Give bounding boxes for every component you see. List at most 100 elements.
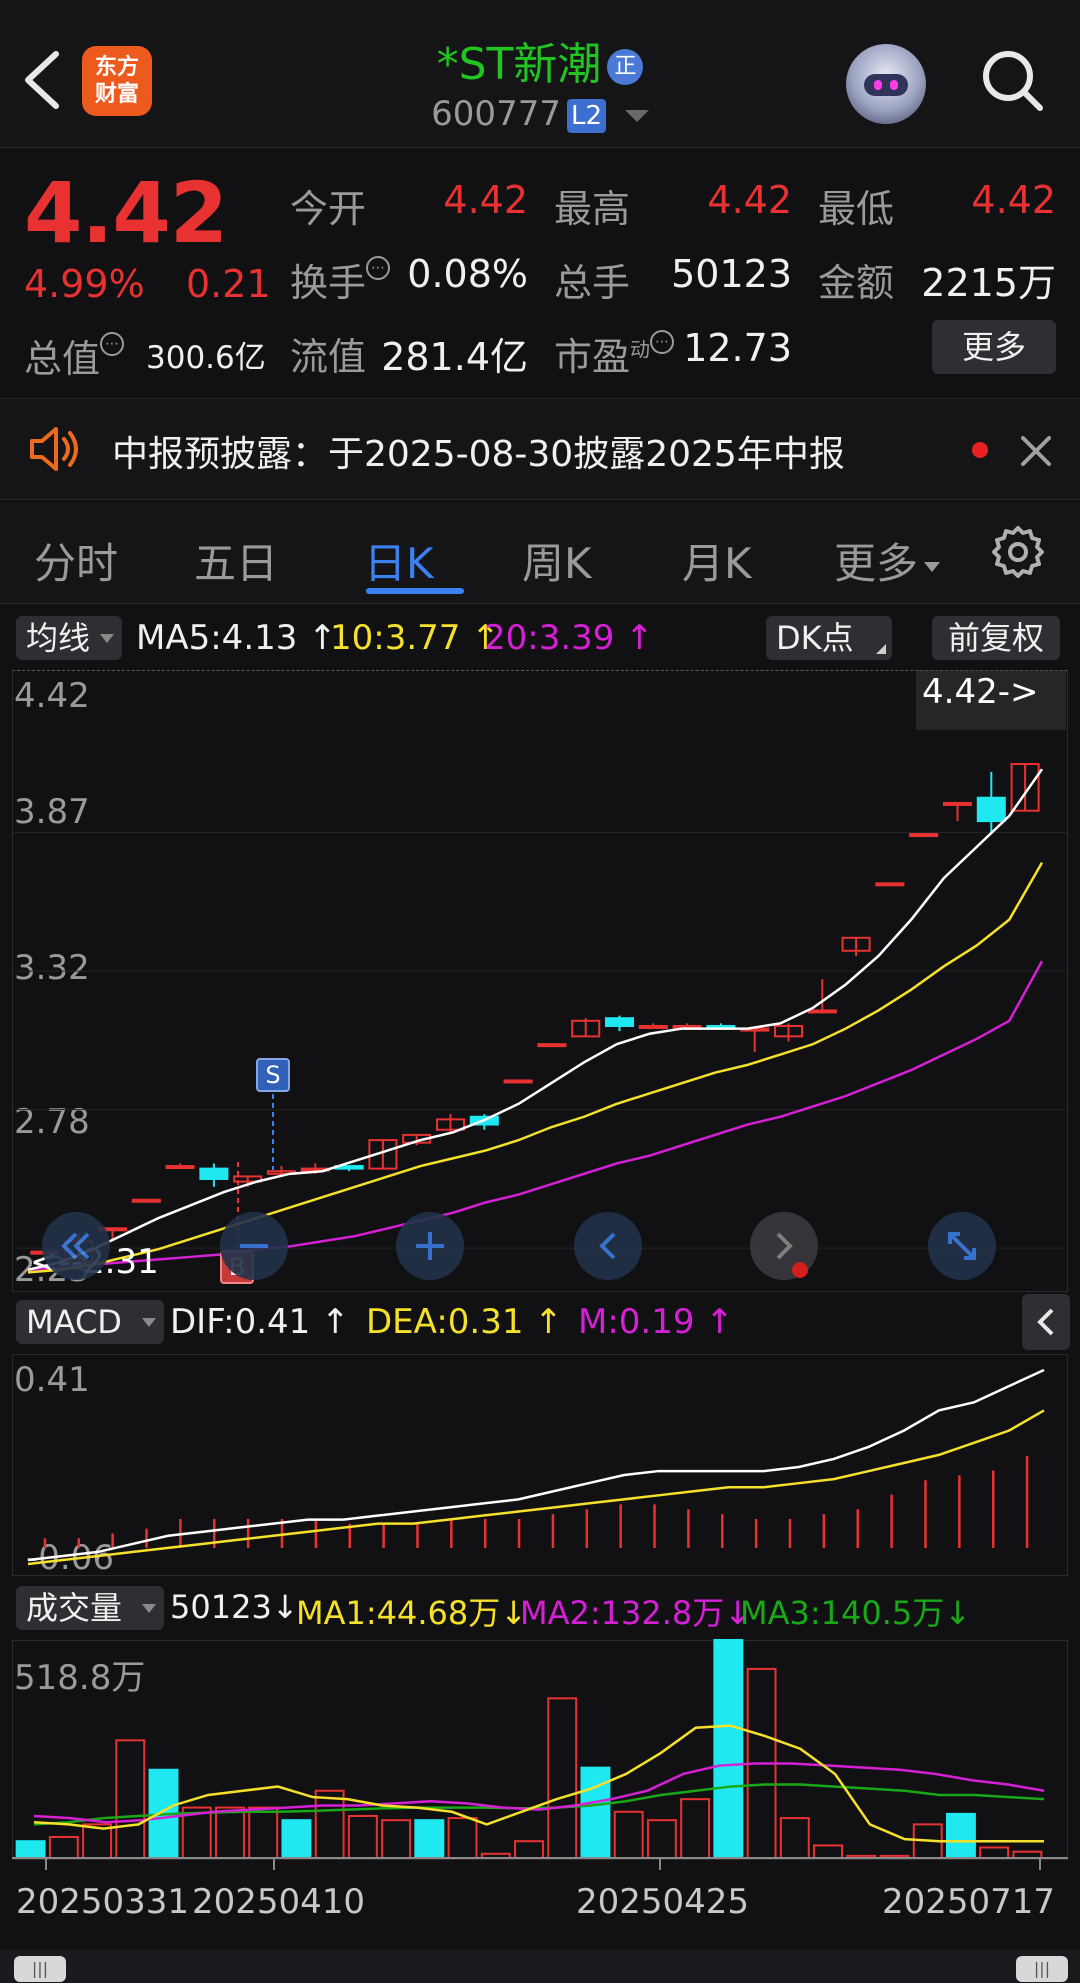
vol-ma3-arrow: ↓ <box>944 1594 972 1632</box>
pe-label-text: 市盈 <box>554 335 631 379</box>
robot-assistant-avatar[interactable] <box>846 44 926 124</box>
m-arrow: ↑ <box>705 1302 734 1342</box>
scrollbar-left-handle[interactable]: ||| <box>14 1956 66 1982</box>
amount-value: 2215万 <box>921 261 1056 305</box>
y-tick-label: 3.32 <box>14 948 90 988</box>
timeline-scrollbar[interactable] <box>0 1950 1080 1983</box>
vol-ma1-indicator: MA1:44.68万↓ <box>296 1588 527 1634</box>
corner-triangle-icon <box>876 644 886 654</box>
collapse-panel-button[interactable] <box>1022 1294 1070 1350</box>
float-cap-label: 流值 <box>290 335 367 379</box>
x-tick-label: 20250331 <box>16 1882 190 1922</box>
ma20-value: 20:3.39 <box>484 618 615 658</box>
adjust-mode-button[interactable]: 前复权 <box>932 616 1060 660</box>
tab-more-label: 更多 <box>834 539 919 588</box>
tab-more[interactable]: 更多 <box>834 530 941 591</box>
macd-panel[interactable] <box>12 1354 1068 1576</box>
open-value: 4.42 <box>443 178 528 222</box>
ma5-value: MA5:4.13 <box>136 618 298 658</box>
stock-name: *ST新潮 <box>436 39 602 90</box>
market-cap-value: 300.6亿 <box>146 340 266 376</box>
close-icon[interactable] <box>1020 435 1052 467</box>
ma-dropdown-label: 均线 <box>26 619 91 657</box>
change-amount: 0.21 <box>186 262 271 306</box>
turnover-value: 0.08% <box>407 252 528 296</box>
fullscreen-control[interactable] <box>928 1212 996 1280</box>
ma5-indicator: MA5:4.13 ↑ <box>136 618 337 658</box>
vol-ma2-indicator: MA2:132.8万↓ <box>520 1588 751 1634</box>
step-right-control[interactable] <box>750 1212 818 1280</box>
pe-label[interactable]: 市盈动 ⋯ <box>554 326 675 381</box>
info-circle-icon[interactable]: ⋯ <box>650 330 675 354</box>
ma20-arrow: ↑ <box>625 618 654 658</box>
notice-text: 中报预披露：于2025-08-30披露2025年中报 <box>112 434 845 475</box>
market-cap-label[interactable]: 总值 ⋯ <box>24 328 125 383</box>
step-left-control[interactable] <box>574 1212 642 1280</box>
vol-ma3-indicator: MA3:140.5万↓ <box>740 1588 971 1634</box>
kline-panel[interactable] <box>12 670 1068 1292</box>
notice-bar[interactable]: 中报预披露：于2025-08-30披露2025年中报 <box>0 398 1080 500</box>
sell-signal-marker[interactable]: S <box>256 1058 290 1092</box>
turnover-label-text: 换手 <box>290 261 367 305</box>
zoom-in-control[interactable] <box>396 1212 464 1280</box>
y-tick-label: 4.42 <box>14 676 90 716</box>
search-icon[interactable] <box>980 48 1046 114</box>
caret-down-icon <box>924 561 941 572</box>
high-value: 4.42 <box>707 178 792 222</box>
chevron-right-icon <box>776 1232 808 1278</box>
volume-panel[interactable] <box>12 1640 1068 1860</box>
m-indicator: M:0.19 ↑ <box>578 1302 734 1342</box>
info-circle-icon[interactable]: ⋯ <box>366 256 391 280</box>
last-price-marker: 4.42-> <box>916 670 1066 730</box>
dea-value: DEA:0.31 <box>366 1302 524 1342</box>
double-chevron-left-icon <box>61 1232 90 1260</box>
tab-intraday[interactable]: 分时 <box>34 530 118 591</box>
dea-arrow: ↑ <box>534 1302 563 1342</box>
volume-dropdown-label: 成交量 <box>26 1589 123 1627</box>
x-tick-label: 20250425 <box>576 1882 750 1922</box>
amount-label: 金额 <box>818 261 895 305</box>
volume-dropdown[interactable]: 成交量 <box>16 1586 164 1630</box>
ma-dropdown[interactable]: 均线 <box>16 616 122 660</box>
market-cap-label-text: 总值 <box>24 337 101 381</box>
unread-dot <box>972 442 988 458</box>
gear-icon[interactable] <box>990 524 1046 580</box>
y-tick-label: 2.78 <box>14 1102 90 1142</box>
change-percent: 4.99% <box>24 262 145 306</box>
y-tick-label: -0.06 <box>26 1538 114 1578</box>
stock-code: 600777 <box>431 94 561 134</box>
more-button[interactable]: 更多 <box>932 320 1056 374</box>
tab-five-day[interactable]: 五日 <box>194 530 278 591</box>
tab-weekly-k[interactable]: 周K <box>522 530 592 591</box>
turnover-label[interactable]: 换手 ⋯ <box>290 252 391 307</box>
tab-monthly-k[interactable]: 月K <box>682 530 752 591</box>
macd-dropdown[interactable]: MACD <box>16 1300 164 1344</box>
pe-dynamic-sup: 动 <box>630 337 651 362</box>
volume-value: 50123 <box>170 1588 272 1626</box>
zoom-out-control[interactable] <box>220 1212 288 1280</box>
plus-icon <box>416 1232 444 1260</box>
expand-icon <box>948 1232 976 1260</box>
macd-dropdown-label: MACD <box>26 1303 122 1341</box>
float-cap-value: 281.4亿 <box>381 335 528 379</box>
level2-badge: L2 <box>566 98 606 133</box>
dk-point-label: DK点 <box>776 619 854 657</box>
y-tick-label: 518.8万 <box>14 1658 146 1698</box>
scrollbar-right-handle[interactable]: ||| <box>1016 1956 1068 1982</box>
open-label: 今开 <box>290 187 367 231</box>
rewind-control[interactable] <box>42 1212 110 1280</box>
ma20-indicator: 20:3.39 ↑ <box>484 618 654 658</box>
chevron-down-icon <box>624 109 649 122</box>
speaker-icon <box>30 427 78 471</box>
dk-point-button[interactable]: DK点 <box>766 616 892 660</box>
y-tick-label: 3.87 <box>14 792 90 832</box>
chevron-down-icon <box>142 1318 156 1327</box>
chevron-down-icon <box>142 1604 156 1613</box>
name-badge: 正 <box>607 49 644 85</box>
last-price: 4.42 <box>24 164 228 262</box>
vol-ma2-value: MA2:132.8万 <box>520 1594 725 1632</box>
high-label: 最高 <box>554 187 631 231</box>
tab-daily-k[interactable]: 日K <box>364 530 434 591</box>
m-value: M:0.19 <box>578 1302 695 1342</box>
info-circle-icon[interactable]: ⋯ <box>100 332 125 356</box>
